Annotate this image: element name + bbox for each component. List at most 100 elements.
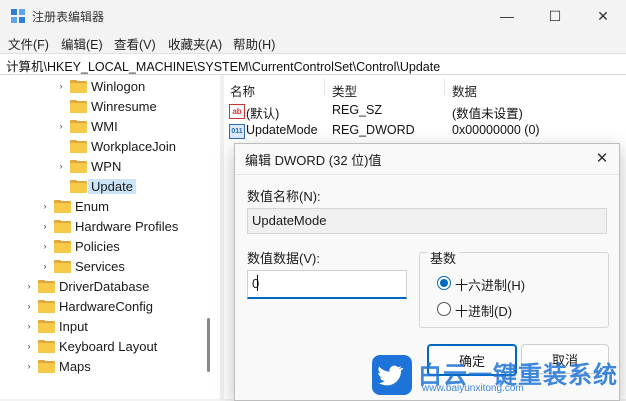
value-data-input[interactable]: 0 bbox=[247, 270, 407, 299]
tree-item-label: Winlogon bbox=[91, 78, 146, 94]
value-name: UpdateMode bbox=[246, 123, 318, 137]
chevron-right-icon[interactable] bbox=[56, 101, 66, 111]
tree-item-label: WMI bbox=[91, 118, 118, 134]
menu-file[interactable]: 文件(F) bbox=[8, 34, 49, 53]
chevron-right-icon[interactable]: › bbox=[24, 361, 34, 371]
tree-item-label: DriverDatabase bbox=[59, 278, 150, 294]
column-separator[interactable] bbox=[444, 79, 445, 95]
tree-item-label: Keyboard Layout bbox=[59, 338, 158, 354]
chevron-right-icon[interactable]: › bbox=[40, 261, 50, 271]
hex-radio-label[interactable]: 十六进制(H) bbox=[455, 275, 525, 294]
decimal-radio-label[interactable]: 十进制(D) bbox=[455, 301, 512, 320]
dword-value-icon: 011 bbox=[229, 124, 245, 139]
minimize-button[interactable]: — bbox=[484, 0, 530, 32]
tree-item-workplacejoin[interactable]: WorkplaceJoin bbox=[56, 136, 176, 156]
tree-item-label: Update bbox=[88, 178, 136, 194]
folder-icon bbox=[70, 159, 87, 173]
value-data-text: 0 bbox=[252, 276, 260, 291]
string-value-icon: ab bbox=[229, 104, 245, 119]
maximize-button[interactable]: ☐ bbox=[532, 0, 578, 32]
twitter-bird-icon bbox=[372, 355, 412, 395]
folder-icon bbox=[54, 259, 71, 273]
tree-item-label: Policies bbox=[75, 238, 120, 254]
menu-edit[interactable]: 编辑(E) bbox=[61, 34, 103, 53]
menu-view[interactable]: 查看(V) bbox=[114, 34, 156, 53]
tree-item-label: HardwareConfig bbox=[59, 298, 153, 314]
chevron-right-icon[interactable]: › bbox=[24, 281, 34, 291]
tree-item-update[interactable]: Update bbox=[56, 176, 136, 196]
chevron-right-icon[interactable]: › bbox=[40, 221, 50, 231]
menu-bar: 文件(F) 编辑(E) 查看(V) 收藏夹(A) 帮助(H) bbox=[0, 32, 626, 52]
value-name-label: 数值名称(N): bbox=[247, 189, 321, 204]
tree-item-driverdatabase[interactable]: › DriverDatabase bbox=[24, 276, 150, 296]
value-name-text: UpdateMode bbox=[252, 213, 327, 228]
tree-item-winresume[interactable]: Winresume bbox=[56, 96, 157, 116]
decimal-radio[interactable] bbox=[437, 302, 451, 316]
tree-scrollbar-thumb[interactable] bbox=[207, 318, 210, 372]
chevron-right-icon[interactable]: › bbox=[24, 301, 34, 311]
tree-item-hardware-profiles[interactable]: › Hardware Profiles bbox=[40, 216, 179, 236]
tree-item-enum[interactable]: › Enum bbox=[40, 196, 109, 216]
address-path: 计算机\HKEY_LOCAL_MACHINE\SYSTEM\CurrentCon… bbox=[6, 60, 441, 74]
dialog-title: 编辑 DWORD (32 位)值 bbox=[245, 153, 382, 168]
value-type: REG_DWORD bbox=[332, 123, 415, 137]
folder-icon bbox=[38, 339, 55, 353]
value-data: (数值未设置) bbox=[452, 107, 523, 121]
chevron-right-icon[interactable]: › bbox=[56, 81, 66, 91]
address-bar[interactable]: 计算机\HKEY_LOCAL_MACHINE\SYSTEM\CurrentCon… bbox=[0, 53, 626, 75]
key-tree: › Winlogon Winresume › WMI WorkplaceJoin… bbox=[0, 75, 220, 399]
chevron-right-icon[interactable]: › bbox=[24, 321, 34, 331]
tree-item-keyboard-layout[interactable]: › Keyboard Layout bbox=[24, 336, 158, 356]
watermark: 白云一键重装系统 www.baiyunxitong.com bbox=[372, 355, 622, 395]
chevron-right-icon[interactable]: › bbox=[56, 161, 66, 171]
menu-favorites[interactable]: 收藏夹(A) bbox=[168, 34, 222, 53]
hex-radio[interactable] bbox=[437, 276, 451, 290]
tree-item-label: Services bbox=[75, 258, 125, 274]
tree-item-label: Input bbox=[59, 318, 88, 334]
folder-icon bbox=[38, 319, 55, 333]
column-separator[interactable] bbox=[324, 79, 325, 95]
base-label: 基数 bbox=[427, 248, 460, 267]
list-row[interactable]: 011 UpdateMode REG_DWORD 0x00000000 (0) bbox=[224, 121, 626, 141]
folder-icon bbox=[70, 179, 87, 193]
tree-item-wmi[interactable]: › WMI bbox=[56, 116, 118, 136]
chevron-right-icon[interactable]: › bbox=[24, 341, 34, 351]
chevron-right-icon[interactable]: › bbox=[40, 201, 50, 211]
chevron-right-icon[interactable]: › bbox=[56, 121, 66, 131]
tree-item-label: WorkplaceJoin bbox=[91, 138, 177, 154]
tree-item-label: Hardware Profiles bbox=[75, 218, 179, 234]
value-name-field: UpdateMode bbox=[247, 208, 607, 234]
tree-item-label: Winresume bbox=[91, 98, 157, 114]
close-icon[interactable]: ✕ bbox=[589, 146, 615, 170]
value-type: REG_SZ bbox=[332, 103, 383, 117]
tree-item-input[interactable]: › Input bbox=[24, 316, 88, 336]
tree-item-wpn[interactable]: › WPN bbox=[56, 156, 122, 176]
tree-item-maps[interactable]: › Maps bbox=[24, 356, 91, 376]
chevron-right-icon[interactable] bbox=[56, 141, 66, 151]
folder-icon bbox=[38, 359, 55, 373]
list-row[interactable]: ab (默认) REG_SZ (数值未设置) bbox=[224, 101, 626, 121]
tree-item-label: Enum bbox=[75, 198, 109, 214]
tree-item-hardwareconfig[interactable]: › HardwareConfig bbox=[24, 296, 153, 316]
folder-icon bbox=[70, 119, 87, 133]
folder-icon bbox=[70, 139, 87, 153]
menu-help[interactable]: 帮助(H) bbox=[233, 34, 275, 53]
folder-icon bbox=[38, 279, 55, 293]
tree-item-winlogon[interactable]: › Winlogon bbox=[56, 76, 146, 96]
chevron-right-icon[interactable]: › bbox=[40, 241, 50, 251]
column-header-name[interactable]: 名称 bbox=[230, 81, 255, 100]
tree-item-label: Maps bbox=[59, 358, 91, 374]
folder-icon bbox=[70, 99, 87, 113]
close-window-button[interactable]: ✕ bbox=[580, 0, 626, 32]
watermark-url: www.baiyunxitong.com bbox=[422, 383, 524, 394]
window-title: 注册表编辑器 bbox=[32, 10, 105, 24]
chevron-right-icon[interactable] bbox=[56, 181, 66, 191]
value-data: 0x00000000 (0) bbox=[452, 123, 540, 137]
tree-item-services[interactable]: › Services bbox=[40, 256, 125, 276]
folder-icon bbox=[54, 199, 71, 213]
column-header-type[interactable]: 类型 bbox=[332, 81, 357, 100]
value-name: (默认) bbox=[246, 107, 280, 121]
tree-item-policies[interactable]: › Policies bbox=[40, 236, 120, 256]
text-caret bbox=[257, 275, 258, 291]
column-header-data[interactable]: 数据 bbox=[452, 81, 477, 100]
